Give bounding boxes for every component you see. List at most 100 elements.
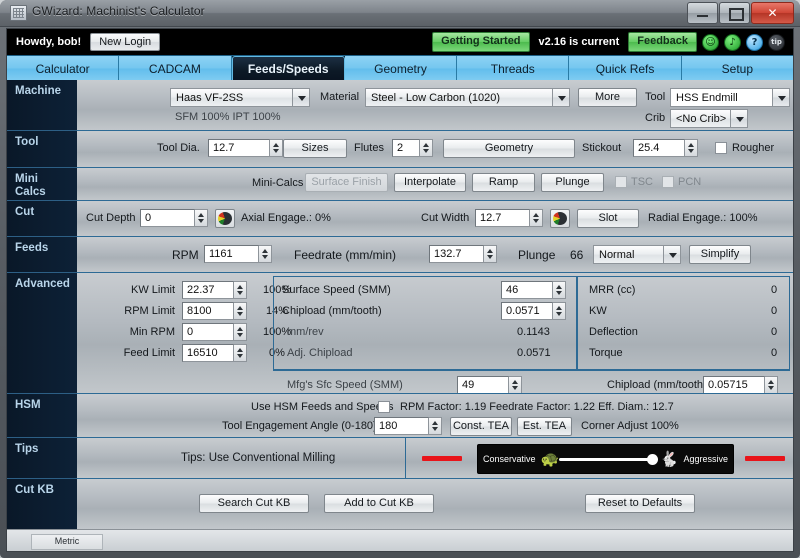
const-tea-button[interactable]: Const. TEA: [450, 417, 512, 436]
section-label-minicalcs[interactable]: Mini Calcs: [7, 167, 77, 200]
material-select[interactable]: Steel - Low Carbon (1020): [365, 88, 570, 107]
feedback-button[interactable]: Feedback: [628, 32, 697, 52]
reset-to-defaults-button[interactable]: Reset to Defaults: [585, 494, 695, 513]
geometry-button[interactable]: Geometry: [443, 139, 575, 158]
section-label-machine[interactable]: Machine: [7, 80, 77, 130]
smiley-icon[interactable]: ☺: [702, 33, 719, 51]
red-bar-right: [745, 456, 785, 461]
flutes-label: Flutes: [354, 142, 384, 154]
crib-select[interactable]: <No Crib>: [670, 109, 748, 128]
rpm-limit-spin[interactable]: [234, 302, 247, 320]
tab-geometry[interactable]: Geometry: [344, 56, 458, 81]
interpolate-button[interactable]: Interpolate: [394, 173, 466, 192]
feedrate-spin[interactable]: [484, 245, 497, 263]
tea-spin[interactable]: [429, 417, 442, 435]
min-rpm-spin[interactable]: [234, 323, 247, 341]
chevron-down-icon[interactable]: [772, 89, 789, 106]
flutes-input[interactable]: 2: [392, 139, 420, 157]
application-window: GWizard: Machinist's Calculator ✕ Howdy,…: [0, 0, 800, 558]
maximize-button[interactable]: [719, 2, 750, 24]
tab-feeds-speeds[interactable]: Feeds/Speeds: [231, 56, 345, 81]
chevron-down-icon[interactable]: [552, 89, 569, 106]
close-button[interactable]: ✕: [751, 2, 794, 24]
search-cut-kb-button[interactable]: Search Cut KB: [199, 494, 309, 513]
mfgs-sfc-spin[interactable]: [509, 376, 522, 394]
minimize-button[interactable]: [687, 2, 718, 24]
sizes-button[interactable]: Sizes: [283, 139, 347, 158]
rougher-checkbox[interactable]: [715, 142, 727, 154]
kw-limit-spin[interactable]: [234, 281, 247, 299]
tab-cadcam[interactable]: CADCAM: [119, 56, 232, 81]
add-to-cut-kb-button[interactable]: Add to Cut KB: [324, 494, 434, 513]
tool-select[interactable]: HSS Endmill: [670, 88, 790, 107]
section-label-feeds[interactable]: Feeds: [7, 236, 77, 272]
tab-threads[interactable]: Threads: [457, 56, 570, 81]
getting-started-button[interactable]: Getting Started: [432, 32, 530, 52]
chipload-spin[interactable]: [553, 302, 566, 320]
mfgs-sfc-input[interactable]: 49: [457, 376, 509, 394]
stickout-input[interactable]: 25.4: [633, 139, 685, 157]
tool-dia-spin[interactable]: [270, 139, 283, 157]
chevron-down-icon[interactable]: [663, 246, 680, 263]
surface-finish-button[interactable]: Surface Finish: [305, 173, 388, 192]
new-login-button[interactable]: New Login: [90, 33, 161, 51]
chevron-down-icon[interactable]: [292, 89, 309, 106]
section-label-tips[interactable]: Tips: [7, 437, 77, 478]
units-indicator[interactable]: Metric: [31, 534, 103, 550]
cut-width-input[interactable]: 12.7: [475, 209, 530, 227]
cut-depth-input[interactable]: 0: [140, 209, 195, 227]
cut-width-spin[interactable]: [530, 209, 543, 227]
est-tea-button[interactable]: Est. TEA: [517, 417, 572, 436]
kw-limit-input[interactable]: 22.37: [182, 281, 234, 299]
rpm-spin[interactable]: [259, 245, 272, 263]
axial-engage-gauge-icon[interactable]: [215, 209, 235, 228]
chipload-input[interactable]: 0.0571: [501, 302, 553, 320]
section-label-hsm[interactable]: HSM: [7, 393, 77, 437]
tool-dia-input[interactable]: 12.7: [208, 139, 270, 157]
slider-track[interactable]: [559, 453, 658, 465]
feed-limit-spin[interactable]: [234, 344, 247, 362]
mfgs-chipload-input[interactable]: 0.05715: [703, 376, 765, 394]
headphones-icon[interactable]: ♪: [724, 33, 741, 51]
min-rpm-input[interactable]: 0: [182, 323, 234, 341]
tab-quick-refs[interactable]: Quick Refs: [569, 56, 682, 81]
feeds-speeds-panel: Machine Tool Mini Calcs Cut Feeds Advanc…: [7, 80, 793, 551]
aggressiveness-slider[interactable]: Conservative 🐢 🐇 Aggressive: [477, 444, 734, 474]
chevron-down-icon[interactable]: [730, 110, 747, 127]
section-label-cut[interactable]: Cut: [7, 200, 77, 236]
use-hsm-checkbox[interactable]: [378, 401, 390, 413]
surface-speed-spin[interactable]: [553, 281, 566, 299]
tea-input[interactable]: 180: [374, 417, 429, 435]
tsc-checkbox[interactable]: [615, 176, 627, 188]
more-button[interactable]: More: [578, 88, 637, 107]
stickout-spin[interactable]: [685, 139, 698, 157]
tab-calculator[interactable]: Calculator: [7, 56, 120, 81]
section-label-tool[interactable]: Tool: [7, 130, 77, 167]
rpm-limit-input[interactable]: 8100: [182, 302, 234, 320]
mfg-divider: [273, 370, 790, 371]
ramp-button[interactable]: Ramp: [472, 173, 535, 192]
slot-button[interactable]: Slot: [577, 209, 639, 228]
tip-icon[interactable]: tip: [768, 33, 785, 51]
plunge-button[interactable]: Plunge: [541, 173, 604, 192]
status-bar: Metric: [7, 529, 793, 551]
cut-depth-spin[interactable]: [195, 209, 208, 227]
tab-setup[interactable]: Setup: [681, 56, 793, 81]
slider-knob[interactable]: [646, 453, 658, 465]
surface-speed-input[interactable]: 46: [501, 281, 553, 299]
simplify-button[interactable]: Simplify: [689, 245, 751, 264]
app-grid-icon: [10, 5, 27, 21]
feed-limit-input[interactable]: 16510: [182, 344, 234, 362]
section-label-advanced[interactable]: Advanced: [7, 272, 77, 393]
help-icon[interactable]: ?: [746, 33, 763, 51]
rpm-input[interactable]: 1161: [204, 245, 259, 263]
feed-mode-select[interactable]: Normal: [593, 245, 681, 264]
mfgs-chipload-spin[interactable]: [765, 376, 778, 394]
machine-select[interactable]: Haas VF-2SS: [170, 88, 310, 107]
axial-engage-text: Axial Engage.: 0%: [241, 212, 331, 224]
section-label-cutkb[interactable]: Cut KB: [7, 478, 77, 529]
pcn-checkbox[interactable]: [662, 176, 674, 188]
radial-engage-gauge-icon[interactable]: [550, 209, 570, 228]
feedrate-input[interactable]: 132.7: [429, 245, 484, 263]
flutes-spin[interactable]: [420, 139, 433, 157]
